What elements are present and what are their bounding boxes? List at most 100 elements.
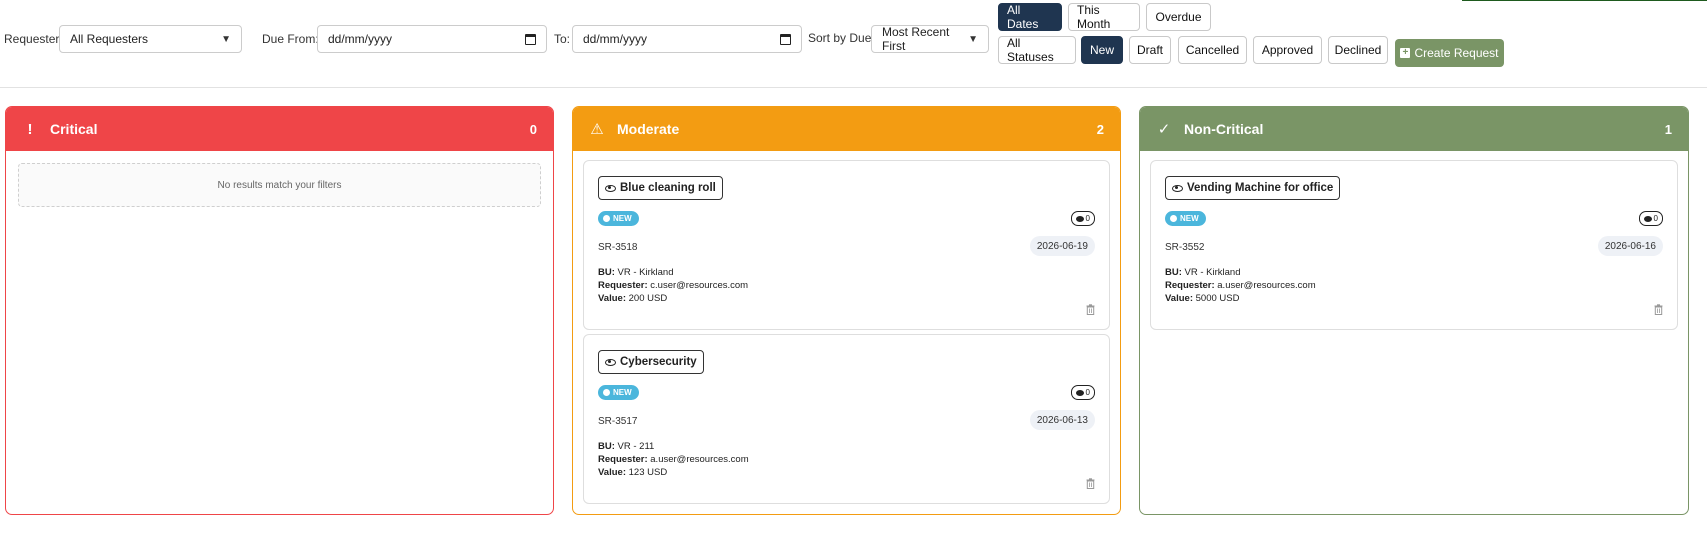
status-filter-5[interactable]: Declined [1328, 36, 1388, 64]
comments-badge[interactable]: 0 [1070, 211, 1095, 226]
date-filter-1[interactable]: This Month [1068, 3, 1140, 31]
eye-icon [1172, 184, 1183, 192]
comment-count: 0 [1085, 214, 1090, 223]
comment-icon [1075, 389, 1084, 396]
sort-select-value: Most Recent First [882, 25, 950, 53]
trash-icon[interactable] [1086, 304, 1095, 315]
request-card[interactable]: Cybersecurity NEW 0 SR-3517 2026-06-13 BU: VR… [583, 334, 1110, 504]
status-dot-icon [1170, 215, 1177, 222]
bu-value: VR - Kirkland [1184, 267, 1241, 278]
value-amount: 5000 USD [1195, 293, 1240, 304]
status-filter-0[interactable]: All Statuses [998, 36, 1076, 64]
column-title: Critical [50, 121, 98, 137]
trash-icon[interactable] [1654, 304, 1663, 315]
due-from-placeholder: dd/mm/yyyy [328, 32, 393, 46]
requester-value: c.user@resources.com [650, 280, 749, 291]
requester-label: Requester: [598, 280, 648, 291]
date-filter-2[interactable]: Overdue [1146, 3, 1211, 31]
comment-count: 0 [1085, 388, 1090, 397]
column-header: ! Critical 0 [6, 107, 553, 151]
bu-row: BU: VR - Kirkland [598, 266, 748, 279]
status-dot-icon [603, 389, 610, 396]
column-moderate: ⚠ Moderate 2 Blue cleaning roll NEW 0 SR-35… [572, 106, 1121, 515]
due-to-label: To: [554, 32, 571, 46]
warning-icon: ⚠ [590, 121, 604, 138]
card-title: Vending Machine for office [1187, 182, 1334, 194]
bu-row: BU: VR - Kirkland [1165, 266, 1316, 279]
value-amount: 200 USD [628, 293, 668, 304]
requester-label: Requester: [4, 32, 63, 46]
bu-label: BU: [1165, 267, 1182, 278]
request-card[interactable]: Vending Machine for office NEW 0 SR-3552 202… [1150, 160, 1678, 330]
status-badge: NEW [598, 385, 639, 400]
sort-select[interactable]: Most Recent First ▼ [871, 25, 989, 53]
status-text: NEW [613, 388, 632, 397]
requester-select-value: All Requesters [70, 32, 149, 46]
status-filter-1[interactable]: New [1081, 36, 1123, 64]
sort-label: Sort by Due: [808, 31, 875, 45]
card-details: BU: VR - Kirkland Requester: a.user@resou… [1165, 266, 1316, 305]
status-dot-icon [603, 215, 610, 222]
value-label: Value: [598, 467, 626, 478]
comment-icon [1075, 215, 1084, 222]
comments-badge[interactable]: 0 [1638, 211, 1663, 226]
comment-icon [1643, 215, 1652, 222]
bu-value: VR - 211 [617, 441, 655, 452]
due-from-label: Due From: [262, 32, 319, 46]
requester-label: Requester: [598, 454, 648, 465]
requester-value: a.user@resources.com [650, 454, 749, 465]
status-filter-4[interactable]: Approved [1253, 36, 1322, 64]
due-date-badge: 2026-06-19 [1029, 236, 1095, 256]
card-title-button[interactable]: Blue cleaning roll [598, 176, 723, 200]
bu-label: BU: [598, 441, 615, 452]
eye-icon [605, 358, 616, 366]
requester-select[interactable]: All Requesters ▼ [59, 25, 242, 53]
value-label: Value: [598, 293, 626, 304]
column-header: ⚠ Moderate 2 [573, 107, 1120, 151]
column-title: Non-Critical [1184, 121, 1264, 137]
status-badge: NEW [1165, 211, 1206, 226]
eye-icon [605, 184, 616, 192]
requester-value: a.user@resources.com [1217, 280, 1316, 291]
card-title-button[interactable]: Cybersecurity [598, 350, 704, 374]
value-amount: 123 USD [628, 467, 668, 478]
requester-row: Requester: c.user@resources.com [598, 279, 748, 292]
due-from-input[interactable]: dd/mm/yyyy [317, 25, 547, 53]
value-label: Value: [1165, 293, 1193, 304]
trash-icon[interactable] [1086, 478, 1095, 489]
comments-badge[interactable]: 0 [1070, 385, 1095, 400]
date-filter-0[interactable]: All Dates [998, 3, 1062, 31]
bu-value: VR - Kirkland [617, 267, 674, 278]
calendar-icon[interactable] [525, 33, 536, 45]
card-title: Cybersecurity [620, 356, 697, 368]
column-header: ✓ Non-Critical 1 [1140, 107, 1688, 151]
exclamation-icon: ! [27, 120, 33, 138]
comment-count: 0 [1653, 214, 1658, 223]
status-filter-3[interactable]: Cancelled [1178, 36, 1247, 64]
filter-bar: Requester: All Requesters ▼ Due From: dd… [0, 0, 1707, 88]
column-non-critical: ✓ Non-Critical 1 Vending Machine for off… [1139, 106, 1689, 515]
card-title-button[interactable]: Vending Machine for office [1165, 176, 1341, 200]
column-title: Moderate [617, 121, 680, 137]
request-card[interactable]: Blue cleaning roll NEW 0 SR-3518 2026-06-19 B… [583, 160, 1110, 330]
bu-row: BU: VR - 211 [598, 440, 749, 453]
status-filter-2[interactable]: Draft [1129, 36, 1171, 64]
empty-state: No results match your filters [18, 163, 541, 207]
status-text: NEW [613, 214, 632, 223]
bu-label: BU: [598, 267, 615, 278]
plus-icon: + [1400, 48, 1411, 58]
due-to-input[interactable]: dd/mm/yyyy [572, 25, 802, 53]
request-code: SR-3518 [598, 242, 638, 253]
column-critical: ! Critical 0 No results match your filte… [5, 106, 554, 515]
create-request-button[interactable]: + Create Request [1395, 39, 1504, 67]
create-request-label: Create Request [1414, 46, 1499, 60]
column-count: 0 [529, 121, 537, 137]
chevron-down-icon: ▼ [968, 33, 978, 45]
status-badge: NEW [598, 211, 639, 226]
chevron-down-icon: ▼ [221, 33, 231, 45]
requester-row: Requester: a.user@resources.com [1165, 279, 1316, 292]
due-to-placeholder: dd/mm/yyyy [583, 32, 648, 46]
calendar-icon[interactable] [780, 33, 791, 45]
due-date-badge: 2026-06-16 [1597, 236, 1663, 256]
request-code: SR-3552 [1165, 242, 1205, 253]
